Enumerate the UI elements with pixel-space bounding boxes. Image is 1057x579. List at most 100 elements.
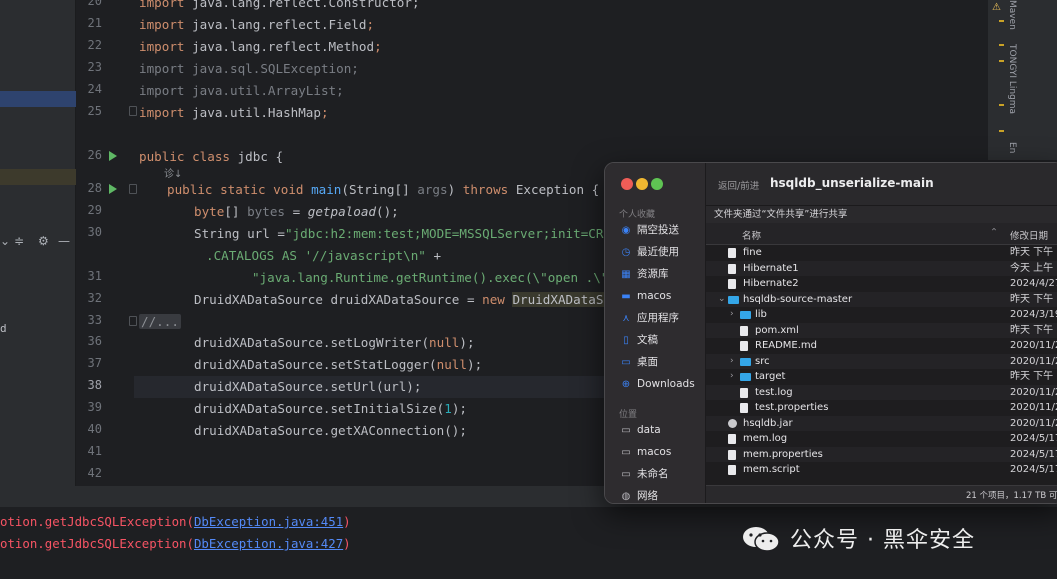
maven-tool-tab[interactable]: Maven bbox=[1007, 0, 1017, 30]
stack-trace-link[interactable]: DbException.java:451 bbox=[194, 514, 343, 529]
sidebar-item-airdrop[interactable]: ◉ 隔空投送 bbox=[619, 220, 703, 240]
name-column-header[interactable]: 名称 bbox=[742, 228, 761, 242]
line-number: 24 bbox=[87, 82, 102, 96]
sidebar-item-label: 隔空投送 bbox=[637, 224, 679, 236]
line-number: 42 bbox=[87, 466, 102, 480]
file-row[interactable]: mem.properties 2024/5/17 bbox=[706, 446, 1057, 462]
code-line-36: druidXADataSource.setLogWriter(null); bbox=[194, 335, 475, 350]
file-row[interactable]: test.properties 2020/11/2 bbox=[706, 400, 1057, 416]
file-date: 2020/11/2 bbox=[1010, 355, 1057, 367]
disclosure-closed-icon[interactable]: › bbox=[730, 307, 734, 323]
file-row[interactable]: ⌄ hsqldb-source-master 昨天 下午 bbox=[706, 291, 1057, 308]
disk-icon: ▭ bbox=[621, 425, 631, 436]
document-icon bbox=[728, 465, 736, 475]
sidebar-item-applications[interactable]: ▦ 资源库 bbox=[619, 264, 703, 284]
file-date: 2020/11/2 bbox=[1010, 417, 1057, 429]
favorites-heading: 个人收藏 bbox=[619, 210, 656, 220]
file-row[interactable]: hsqldb.jar 2020/11/2 bbox=[706, 415, 1057, 431]
file-row[interactable]: mem.log 2024/5/17 bbox=[706, 431, 1057, 447]
settings-gear-icon[interactable]: ⚙ bbox=[38, 234, 49, 248]
file-date: 昨天 下午 bbox=[1010, 247, 1054, 258]
line-number: 33 bbox=[87, 313, 102, 327]
disclosure-closed-icon[interactable]: › bbox=[730, 369, 734, 385]
disclosure-open-icon[interactable]: ⌄ bbox=[718, 292, 726, 308]
downloads-icon: ⊕ bbox=[621, 379, 631, 390]
project-selected-item[interactable] bbox=[0, 91, 76, 107]
recents-icon: ◷ bbox=[621, 247, 631, 258]
fold-icon[interactable] bbox=[129, 184, 137, 194]
sidebar-item-label: 资源库 bbox=[637, 268, 669, 280]
sidebar-location-item[interactable]: ▭ macos bbox=[619, 442, 703, 462]
run-main-icon[interactable] bbox=[109, 184, 117, 194]
project-panel: ⌄ ≑ ⚙ — d bbox=[0, 0, 76, 486]
fold-icon[interactable] bbox=[129, 316, 137, 326]
status-text: 21 个项目，1.17 TB 可用 bbox=[966, 491, 1057, 501]
close-button[interactable] bbox=[621, 178, 633, 190]
project-tree-fragment: d bbox=[0, 322, 7, 335]
file-row[interactable]: Hibernate2 2024/4/27 bbox=[706, 276, 1057, 292]
sidebar-item-downloads[interactable]: ⊕ Downloads bbox=[619, 374, 703, 394]
stack-trace-link[interactable]: DbException.java:427 bbox=[194, 536, 343, 551]
file-date: 昨天 下午 bbox=[1010, 293, 1054, 305]
sidebar-location-item[interactable]: ▭ data bbox=[619, 420, 703, 440]
error-stripe-mark[interactable] bbox=[999, 20, 1004, 22]
warning-icon[interactable]: ⚠ bbox=[992, 2, 1001, 13]
document-icon bbox=[728, 248, 736, 258]
error-stripe-mark[interactable] bbox=[999, 60, 1004, 62]
fold-icon[interactable] bbox=[129, 106, 137, 116]
file-row[interactable]: › lib 2024/3/19 bbox=[706, 307, 1057, 323]
file-name: mem.log bbox=[743, 433, 788, 444]
sidebar-item-label: 网络 bbox=[637, 490, 658, 502]
error-stripe-mark[interactable] bbox=[999, 104, 1004, 106]
file-row[interactable]: test.log 2020/11/2 bbox=[706, 384, 1057, 400]
document-icon bbox=[740, 341, 748, 351]
code-line-28: public static void main(String[] args) t… bbox=[167, 182, 600, 197]
hide-panel-icon[interactable]: — bbox=[58, 234, 70, 248]
lingma-tool-tab[interactable]: TONGYI Lingma bbox=[1007, 44, 1017, 114]
file-row[interactable]: fine 昨天 下午 bbox=[706, 245, 1057, 261]
date-column-header[interactable]: 修改日期 bbox=[1010, 228, 1048, 242]
back-forward-nav[interactable]: 返回/前进 bbox=[718, 178, 759, 192]
locations-heading: 位置 bbox=[619, 410, 638, 420]
error-stripe-mark[interactable] bbox=[999, 44, 1004, 46]
file-name: test.properties bbox=[755, 402, 829, 413]
error-stripe-mark[interactable] bbox=[999, 130, 1004, 132]
sidebar-item-apps[interactable]: ⋏ 应用程序 bbox=[619, 308, 703, 328]
line-number: 30 bbox=[87, 225, 102, 239]
project-highlight-item[interactable] bbox=[0, 169, 76, 185]
file-row[interactable]: › src 2020/11/2 bbox=[706, 353, 1057, 370]
file-row[interactable]: README.md 2020/11/2 bbox=[706, 338, 1057, 354]
sidebar-location-item[interactable]: ▭ 未命名 bbox=[619, 464, 703, 484]
sidebar-item-documents[interactable]: ▯ 文稿 bbox=[619, 330, 703, 350]
file-row[interactable]: Hibernate1 今天 上午 bbox=[706, 260, 1057, 276]
code-line-32: DruidXADataSource druidXADataSource = ne… bbox=[194, 292, 634, 307]
sidebar-item-label: 最近使用 bbox=[637, 246, 679, 258]
line-number: 28 bbox=[87, 181, 102, 195]
collapse-all-icon[interactable]: ⌄ bbox=[0, 234, 10, 248]
file-date: 2024/5/17 bbox=[1010, 464, 1057, 475]
line-number: 32 bbox=[87, 291, 102, 305]
zoom-button[interactable] bbox=[651, 178, 663, 190]
run-class-icon[interactable] bbox=[109, 151, 117, 161]
sidebar-item-label: 桌面 bbox=[637, 356, 658, 368]
file-date: 2020/11/2 bbox=[1010, 402, 1057, 413]
home-folder-icon: ▬ bbox=[621, 291, 631, 302]
file-date: 2020/11/2 bbox=[1010, 340, 1057, 351]
finder-sidebar: 个人收藏 ◉ 隔空投送 ◷ 最近使用 ▦ 资源库 ▬ macos ⋏ 应用程序 ▯ 文稿 ▭ 桌面 ⊕ Dow… bbox=[605, 163, 706, 503]
endpoints-tool-tab[interactable]: En bbox=[1007, 142, 1017, 153]
file-date: 昨天 下午 bbox=[1010, 324, 1054, 336]
file-row[interactable]: mem.script 2024/5/17 bbox=[706, 462, 1057, 478]
minimize-button[interactable] bbox=[636, 178, 648, 190]
file-row[interactable]: pom.xml 昨天 下午 bbox=[706, 322, 1057, 338]
code-line-33-folded[interactable]: //... bbox=[139, 311, 181, 333]
expand-all-icon[interactable]: ≑ bbox=[14, 234, 24, 248]
disclosure-closed-icon[interactable]: › bbox=[730, 354, 734, 370]
file-row[interactable]: › target 昨天 下午 bbox=[706, 369, 1057, 385]
sidebar-item-recents[interactable]: ◷ 最近使用 bbox=[619, 242, 703, 262]
usage-hint[interactable]: 诊↓ bbox=[164, 165, 182, 180]
right-tool-strip bbox=[988, 0, 1057, 160]
sidebar-location-item[interactable]: ◍ 网络 bbox=[619, 486, 703, 503]
sidebar-item-desktop[interactable]: ▭ 桌面 bbox=[619, 352, 703, 372]
sort-chevron-icon[interactable]: ⌃ bbox=[990, 227, 998, 238]
sidebar-item-home-folder[interactable]: ▬ macos bbox=[619, 286, 703, 306]
